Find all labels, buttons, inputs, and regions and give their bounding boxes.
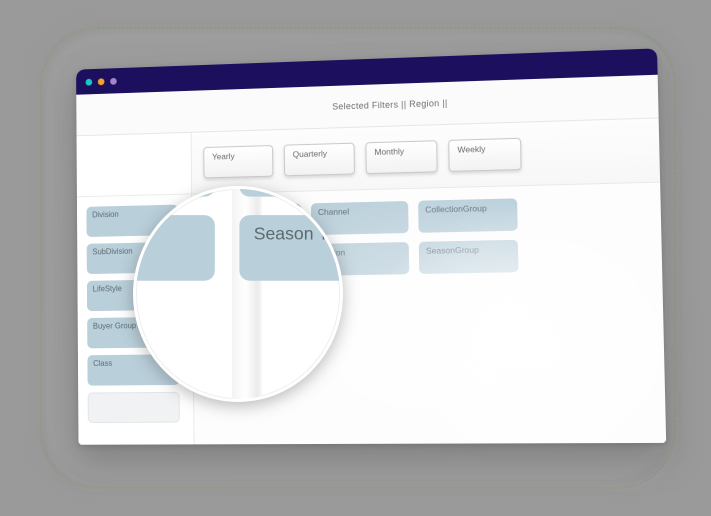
filter-tag-seasongroup[interactable]: SeasonGroup — [418, 239, 519, 274]
collapse-panel-arrow[interactable] — [205, 293, 231, 345]
magnifier-lens: Division Age Style Country Group Season … — [133, 186, 343, 402]
period-button-weekly[interactable]: Weekly — [448, 137, 522, 172]
magnified-tag-season-type[interactable]: Season Type — [239, 215, 340, 281]
perspective-scene: Selected Filters || Region || Division S… — [0, 0, 711, 516]
left-sidebar-header — [76, 132, 192, 198]
magnified-content: Division Age Style Country Group Season … — [136, 189, 340, 299]
filter-column-3: CollectionGroup SeasonGroup — [418, 198, 519, 315]
selected-filters-label: Selected Filters || Region || — [332, 97, 448, 112]
period-button-quarterly[interactable]: Quarterly — [283, 142, 355, 177]
screenshot-stage: Selected Filters || Region || Division S… — [0, 0, 711, 516]
period-button-monthly[interactable]: Monthly — [365, 140, 438, 175]
magnified-tag-group[interactable]: Group — [136, 215, 215, 281]
chevron-left-icon — [205, 293, 231, 345]
minimize-dot-icon[interactable] — [97, 77, 105, 85]
maximize-dot-icon[interactable] — [110, 77, 117, 85]
magnified-row-3: Group Season Type — [136, 215, 340, 281]
close-dot-icon[interactable] — [85, 78, 93, 86]
traffic-light-dots — [85, 77, 117, 86]
period-button-yearly[interactable]: Yearly — [203, 145, 274, 179]
magnifier-lens-inner: Division Age Style Country Group Season … — [136, 189, 340, 399]
filter-tag-collectiongroup[interactable]: CollectionGroup — [418, 198, 518, 233]
